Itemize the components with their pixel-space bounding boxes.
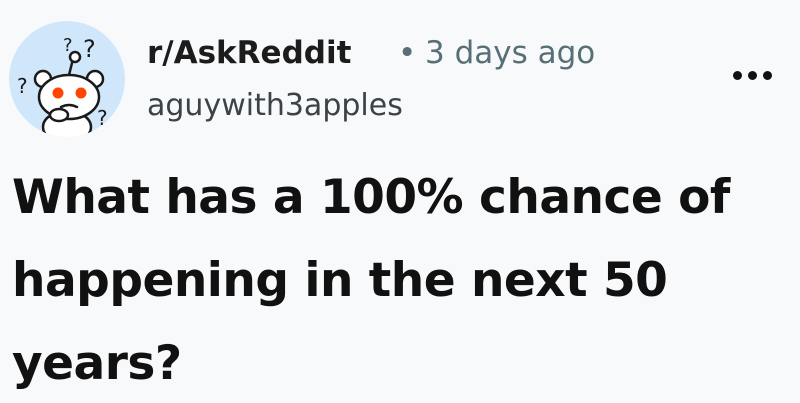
more-dot	[733, 71, 742, 80]
subreddit-avatar[interactable]: ? ? ? ?	[9, 21, 125, 137]
meta-separator: •	[398, 35, 417, 71]
svg-text:?: ?	[97, 106, 108, 130]
subreddit-name[interactable]: r/AskReddit	[147, 33, 351, 73]
post-title[interactable]: What has a 100% chance of happening in t…	[12, 156, 782, 403]
more-options-icon[interactable]	[733, 68, 773, 84]
post-author[interactable]: aguywith3apples	[147, 86, 403, 126]
post-card: ? ? ? ? r/AskReddit • 3 days ago aguywit…	[0, 0, 800, 403]
svg-text:?: ?	[83, 35, 96, 63]
reddit-snoo-confused-icon: ? ? ? ?	[9, 21, 125, 137]
svg-text:?: ?	[17, 74, 28, 98]
more-dot	[748, 71, 757, 80]
more-dot	[763, 71, 772, 80]
post-timestamp: 3 days ago	[425, 35, 596, 71]
